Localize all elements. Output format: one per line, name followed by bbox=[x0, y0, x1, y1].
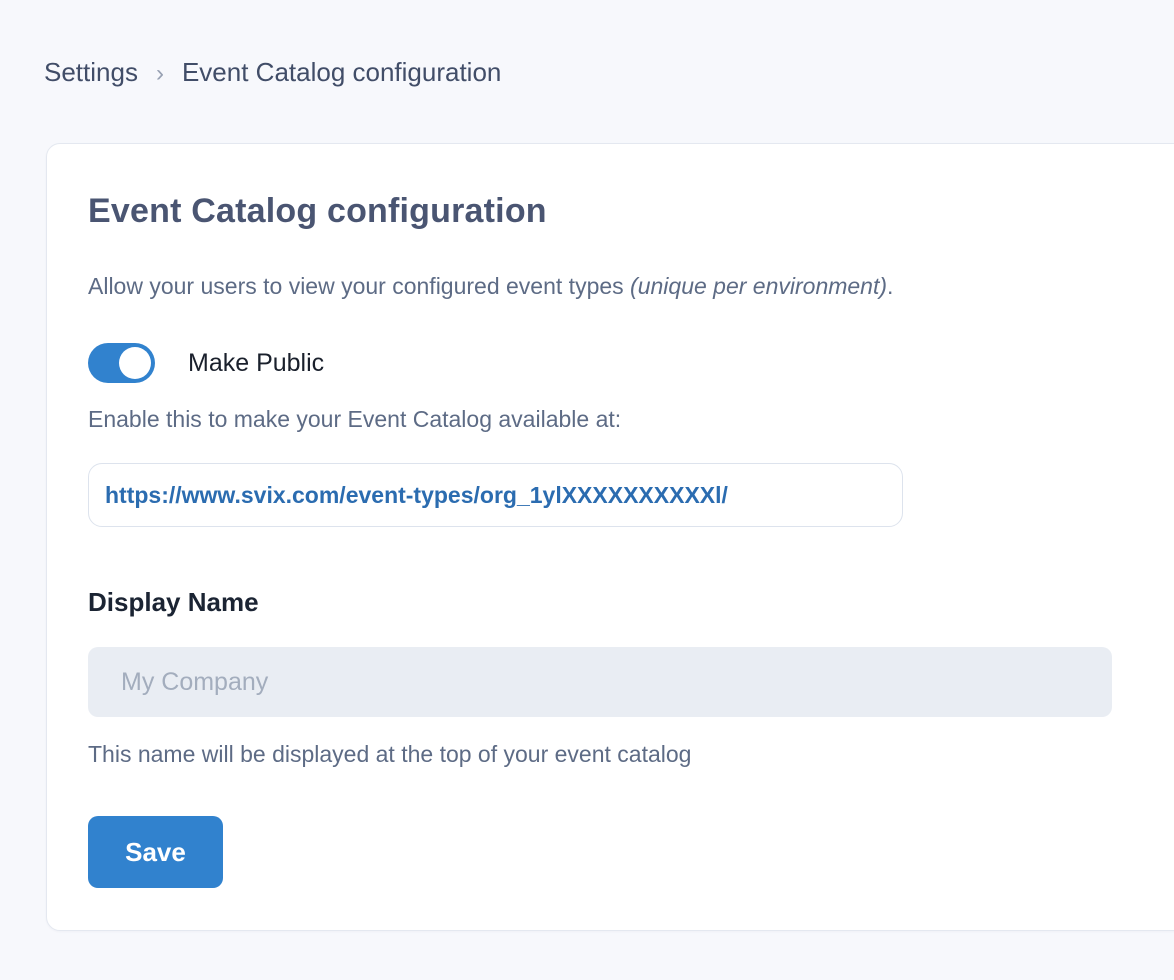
breadcrumb-event-catalog-configuration: Event Catalog configuration bbox=[182, 57, 501, 88]
make-public-row: Make Public bbox=[88, 343, 324, 383]
breadcrumb-settings[interactable]: Settings bbox=[44, 57, 138, 88]
catalog-url-box: https://www.svix.com/event-types/org_1yl… bbox=[88, 463, 903, 527]
display-name-input[interactable] bbox=[88, 647, 1112, 717]
chevron-right-icon: › bbox=[156, 58, 164, 88]
display-name-label: Display Name bbox=[88, 587, 259, 618]
make-public-label: Make Public bbox=[188, 349, 324, 378]
breadcrumb: Settings › Event Catalog configuration bbox=[44, 57, 501, 88]
card-description: Allow your users to view your configured… bbox=[88, 273, 893, 300]
description-text: Allow your users to view your configured… bbox=[88, 273, 630, 299]
make-public-toggle[interactable] bbox=[88, 343, 155, 383]
description-suffix: . bbox=[887, 273, 893, 299]
display-name-helper: This name will be displayed at the top o… bbox=[88, 741, 691, 768]
description-italic-text: (unique per environment) bbox=[630, 273, 887, 299]
save-button[interactable]: Save bbox=[88, 816, 223, 888]
make-public-helper: Enable this to make your Event Catalog a… bbox=[88, 406, 621, 433]
toggle-knob bbox=[119, 347, 151, 379]
event-catalog-configuration-card: Event Catalog configuration Allow your u… bbox=[46, 143, 1174, 931]
catalog-url-link[interactable]: https://www.svix.com/event-types/org_1yl… bbox=[105, 482, 728, 509]
page-title: Event Catalog configuration bbox=[88, 192, 547, 231]
